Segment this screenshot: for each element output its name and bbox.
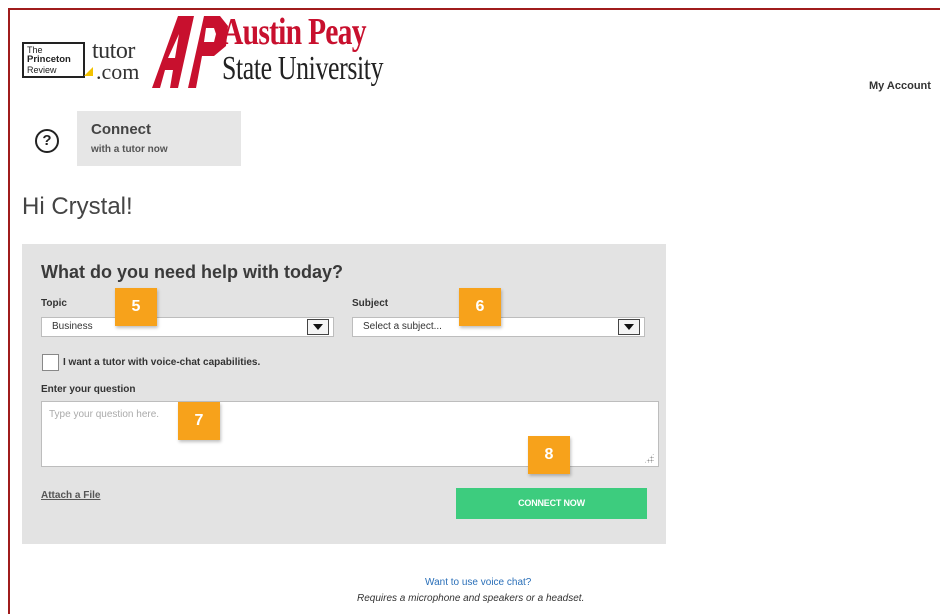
topic-select[interactable]: Business bbox=[41, 317, 334, 337]
tutor-logo-com: .com bbox=[96, 59, 140, 84]
step-badge-7: 7 bbox=[178, 402, 220, 440]
voice-chat-checkbox-label[interactable]: I want a tutor with voice-chat capabilit… bbox=[63, 357, 260, 368]
greeting-heading: Hi Crystal! bbox=[22, 193, 133, 220]
subject-select-value: Select a subject... bbox=[363, 321, 442, 332]
connect-now-button[interactable]: CONNECT NOW bbox=[456, 488, 647, 519]
chevron-down-icon[interactable] bbox=[618, 319, 640, 335]
attach-file-link[interactable]: Attach a File bbox=[41, 490, 100, 501]
step-badge-8: 8 bbox=[528, 436, 570, 474]
tpr-logo-line3: Review bbox=[27, 65, 57, 75]
connect-tab[interactable]: Connect with a tutor now bbox=[77, 111, 241, 166]
resize-grip-icon[interactable] bbox=[644, 453, 654, 463]
subject-label: Subject bbox=[352, 298, 389, 309]
topic-select-value: Business bbox=[52, 321, 93, 332]
step-badge-5: 5 bbox=[115, 288, 157, 326]
question-label: Enter your question bbox=[41, 384, 136, 395]
panel-title: What do you need help with today? bbox=[41, 262, 343, 282]
voice-chat-checkbox[interactable] bbox=[42, 354, 59, 371]
connect-tab-title: Connect bbox=[91, 121, 151, 138]
tutor-logo-accent bbox=[84, 67, 93, 76]
my-account-menu[interactable]: My Account bbox=[869, 80, 931, 92]
help-circle-icon[interactable]: ? bbox=[35, 129, 59, 153]
question-placeholder: Type your question here. bbox=[49, 409, 160, 420]
chevron-down-icon[interactable] bbox=[307, 319, 329, 335]
voice-chat-requirements: Requires a microphone and speakers or a … bbox=[357, 593, 585, 604]
topic-label: Topic bbox=[41, 298, 67, 309]
princeton-review-logo: The Princeton Review bbox=[22, 42, 85, 78]
tpr-logo-line2: Princeton bbox=[27, 54, 71, 65]
ap-monogram-logo bbox=[152, 16, 228, 88]
university-name-line1: Austin Peay bbox=[222, 11, 367, 53]
connect-tab-subtitle: with a tutor now bbox=[91, 144, 168, 155]
university-name-line2: State University bbox=[222, 50, 384, 87]
voice-chat-link[interactable]: Want to use voice chat? bbox=[425, 577, 531, 588]
step-badge-6: 6 bbox=[459, 288, 501, 326]
